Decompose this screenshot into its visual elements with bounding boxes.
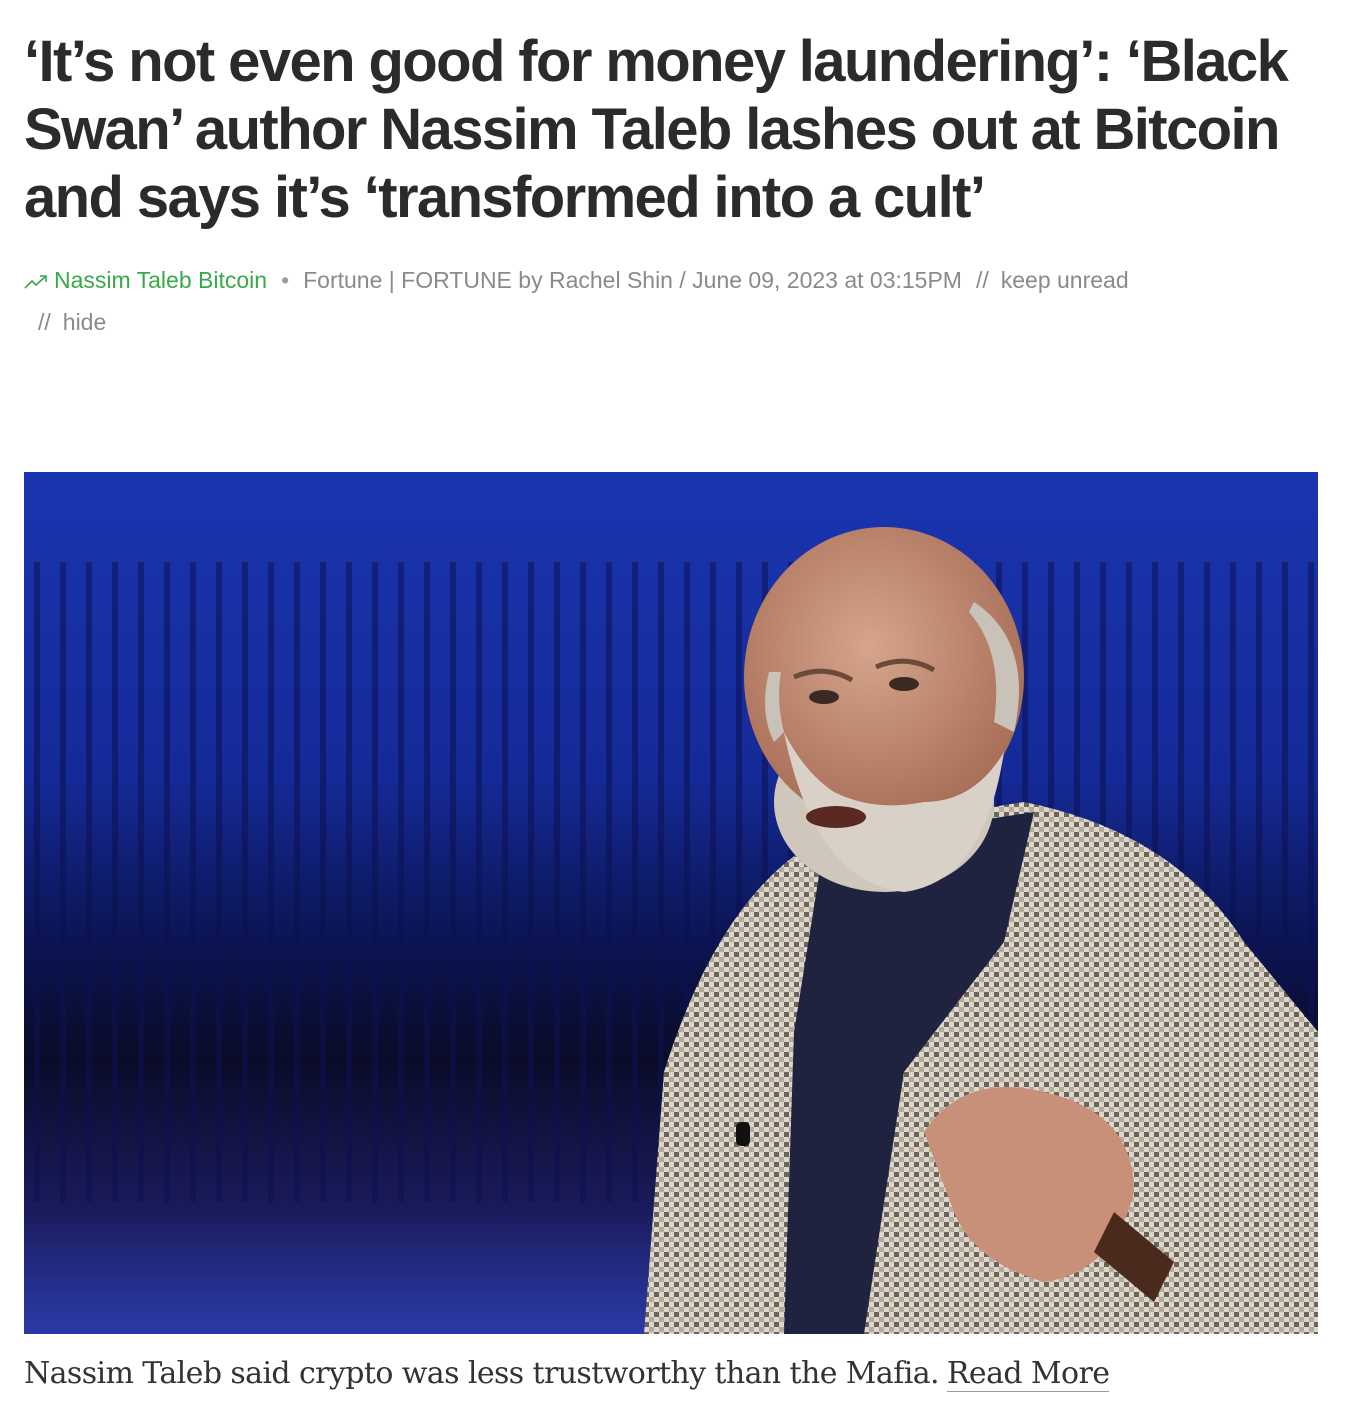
keep-unread-link[interactable]: keep unread	[1001, 267, 1129, 293]
meta-bullet: •	[281, 267, 290, 293]
source-byline: Fortune | FORTUNE by Rachel Shin / June …	[303, 267, 962, 293]
hide-link[interactable]: hide	[63, 309, 106, 335]
trending-up-icon	[24, 262, 48, 302]
topic-link[interactable]: Nassim Taleb Bitcoin	[54, 267, 267, 293]
caption-text: Nassim Taleb said crypto was less trustw…	[24, 1356, 940, 1391]
meta-separator: //	[38, 309, 51, 335]
read-more-link[interactable]: Read More	[946, 1356, 1110, 1392]
meta-separator: //	[975, 267, 989, 293]
photo-caption: Nassim Taleb said crypto was less trustw…	[24, 1352, 1110, 1396]
article-meta: Nassim Taleb Bitcoin • Fortune | FORTUNE b…	[24, 260, 1314, 342]
article: ‘It’s not even good for money laundering…	[24, 0, 1324, 1392]
article-headline[interactable]: ‘It’s not even good for money laundering…	[24, 28, 1314, 232]
article-photo[interactable]	[24, 472, 1318, 1334]
